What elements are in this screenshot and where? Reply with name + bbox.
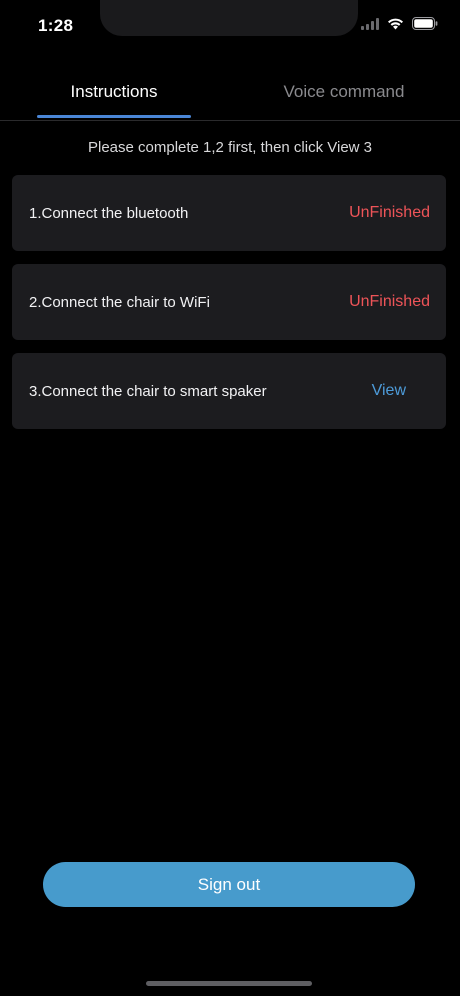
active-tab-indicator [37,115,191,118]
step-label: 1.Connect the bluetooth [29,204,189,222]
wifi-icon [387,17,404,30]
tab-voice-command[interactable]: Voice command [266,82,422,102]
step-card-bluetooth[interactable]: 1.Connect the bluetooth UnFinished [12,175,446,251]
step-card-wifi[interactable]: 2.Connect the chair to WiFi UnFinished [12,264,446,340]
tab-bar: Instructions Voice command [0,72,460,121]
battery-icon [412,17,438,30]
sign-out-button[interactable]: Sign out [43,862,415,907]
step-card-smart-speaker[interactable]: 3.Connect the chair to smart spaker View [12,353,446,429]
status-time: 1:28 [38,16,74,35]
step-status-badge: UnFinished [349,293,430,310]
status-icons [361,17,438,30]
view-link[interactable]: View [372,382,406,400]
step-label: 2.Connect the chair to WiFi [29,293,210,311]
signal-icon [361,17,379,30]
instructions-hint: Please complete 1,2 first, then click Vi… [87,139,373,156]
step-status-badge: UnFinished [349,204,430,221]
tab-instructions[interactable]: Instructions [37,82,191,102]
home-indicator [146,981,312,986]
status-bar: 1:28 [0,0,460,54]
step-label: 3.Connect the chair to smart spaker [29,382,267,400]
device-notch [100,0,358,36]
